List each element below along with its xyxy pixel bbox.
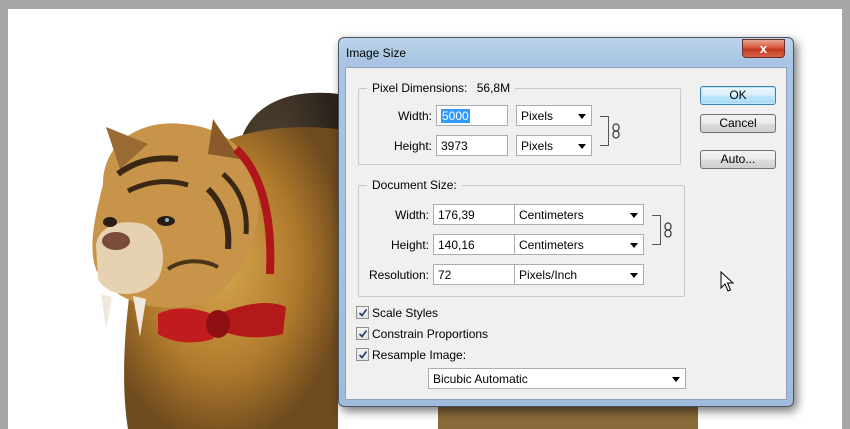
image-size-dialog: Image Size x Pixel Dimensions: 56,8M Wid… (338, 37, 794, 407)
pixel-width-unit-value: Pixels (521, 109, 554, 123)
close-button[interactable]: x (742, 39, 785, 58)
pixel-height-input[interactable]: 3973 (436, 135, 508, 156)
document-size-legend: Document Size: (367, 178, 462, 192)
dialog-title: Image Size (346, 46, 407, 60)
resample-image-label: Resample Image: (372, 348, 467, 362)
resolution-value: 72 (438, 268, 452, 282)
doc-height-value: 140,16 (438, 238, 475, 252)
pixel-dimensions-size: 56,8M (476, 81, 511, 95)
chevron-down-icon (672, 377, 680, 382)
resolution-unit-select[interactable]: Pixels/Inch (514, 264, 644, 285)
chevron-down-icon (578, 144, 586, 149)
checkbox-checked-icon[interactable] (356, 327, 369, 340)
resample-image-checkbox[interactable]: Resample Image: (356, 347, 556, 363)
doc-width-label: Width: (394, 208, 429, 222)
doc-width-unit-select[interactable]: Centimeters (514, 204, 644, 225)
chevron-down-icon (630, 213, 638, 218)
resample-method-value: Bicubic Automatic (433, 372, 528, 386)
doc-height-unit-select[interactable]: Centimeters (514, 234, 644, 255)
pixel-width-unit-select[interactable]: Pixels (516, 105, 592, 126)
checkbox-checked-icon[interactable] (356, 348, 369, 361)
chevron-down-icon (578, 114, 586, 119)
pixel-dimensions-group: Pixel Dimensions: 56,8M Width: 5000 Pixe… (358, 81, 681, 165)
resolution-unit-value: Pixels/Inch (519, 268, 578, 282)
chevron-down-icon (630, 273, 638, 278)
pixel-link-bracket (600, 116, 609, 146)
pixel-width-value: 5000 (441, 109, 470, 123)
chevron-down-icon (630, 243, 638, 248)
pixel-height-unit-value: Pixels (521, 139, 554, 153)
doc-height-label: Height: (390, 238, 429, 252)
document-size-group: Document Size: Width: 176,39 Centimeters… (358, 178, 685, 297)
pixel-height-value: 3973 (441, 139, 468, 153)
pixel-width-label: Width: (397, 109, 432, 123)
doc-width-unit-value: Centimeters (519, 208, 584, 222)
doc-width-value: 176,39 (438, 208, 475, 222)
pixel-width-input[interactable]: 5000 (436, 105, 508, 126)
dialog-titlebar[interactable]: Image Size x (339, 38, 793, 66)
chain-link-icon (664, 222, 672, 238)
mouse-pointer-icon (720, 271, 734, 292)
ok-button[interactable]: OK (700, 86, 776, 105)
close-icon: x (759, 41, 768, 56)
doc-height-unit-value: Centimeters (519, 238, 584, 252)
constrain-proportions-label: Constrain Proportions (372, 327, 489, 341)
resolution-label: Resolution: (368, 268, 429, 282)
pixel-dimensions-legend: Pixel Dimensions: 56,8M (367, 81, 516, 95)
cancel-button[interactable]: Cancel (700, 114, 776, 133)
chain-link-icon (612, 123, 620, 139)
pixel-height-unit-select[interactable]: Pixels (516, 135, 592, 156)
pixel-dimensions-label: Pixel Dimensions: (372, 81, 468, 95)
resample-method-select[interactable]: Bicubic Automatic (428, 368, 686, 389)
scale-styles-checkbox[interactable]: Scale Styles (356, 305, 556, 321)
pixel-height-label: Height: (393, 139, 432, 153)
scale-styles-label: Scale Styles (372, 306, 439, 320)
dialog-content: Pixel Dimensions: 56,8M Width: 5000 Pixe… (345, 67, 787, 400)
checkbox-checked-icon[interactable] (356, 306, 369, 319)
auto-button[interactable]: Auto... (700, 150, 776, 169)
constrain-proportions-checkbox[interactable]: Constrain Proportions (356, 326, 556, 342)
doc-link-bracket (652, 215, 661, 245)
